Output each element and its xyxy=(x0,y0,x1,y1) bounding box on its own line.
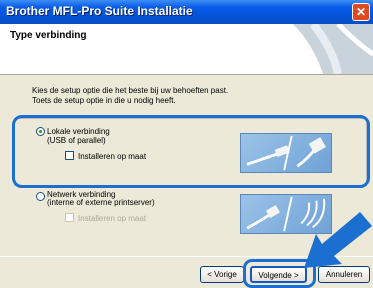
page-title: Type verbinding xyxy=(10,30,87,41)
close-icon[interactable]: ✕ xyxy=(352,3,370,21)
header-logo-art xyxy=(293,24,373,74)
checkbox-network-custom-install-label: Installeren op maat xyxy=(78,214,147,223)
local-connection-highlight xyxy=(12,115,370,188)
title-bar: Brother MFL-Pro Suite Installatie ✕ xyxy=(0,0,373,24)
header-panel: Type verbinding xyxy=(0,24,373,75)
installer-window: Brother MFL-Pro Suite Installatie ✕ Type… xyxy=(0,0,373,288)
pointer-arrow-icon xyxy=(304,212,372,268)
window-title: Brother MFL-Pro Suite Installatie xyxy=(6,4,193,18)
radio-network-connection[interactable] xyxy=(36,192,45,201)
checkbox-network-custom-install[interactable] xyxy=(65,213,74,222)
intro-line-2: Toets de setup optie in die u nodig heef… xyxy=(32,96,176,105)
option-network-subtitle: (interne of externe printserver) xyxy=(47,198,155,207)
intro-line-1: Kies de setup optie die het beste bij uw… xyxy=(32,86,229,95)
back-button[interactable]: < Vorige xyxy=(200,266,244,283)
